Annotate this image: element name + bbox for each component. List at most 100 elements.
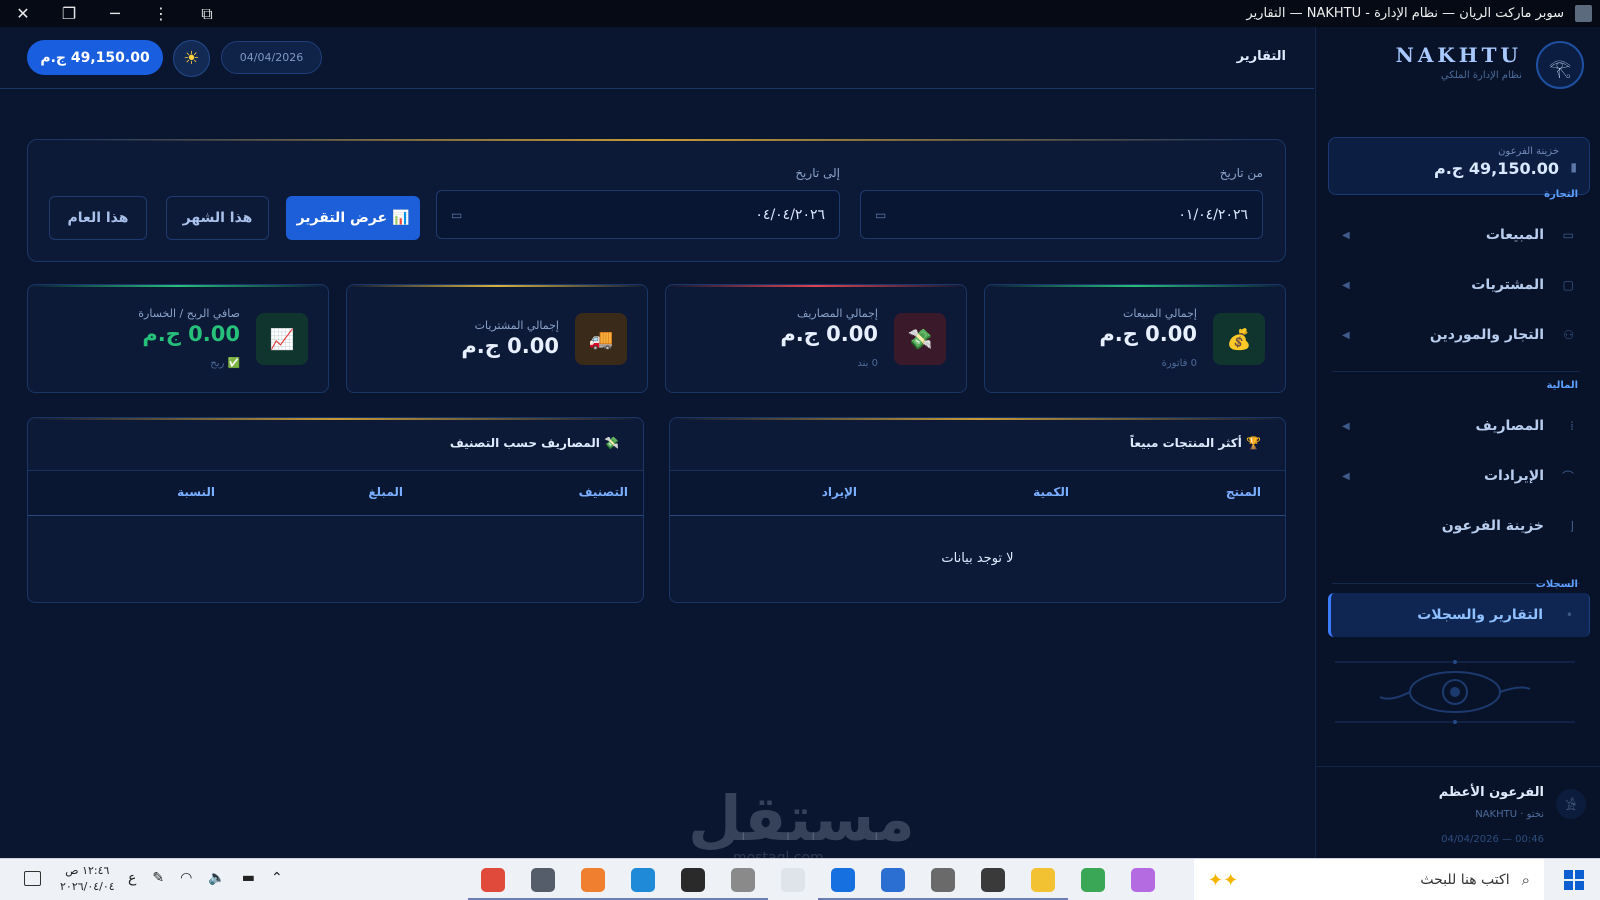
app-glyph — [531, 868, 555, 892]
app-glyph — [631, 868, 655, 892]
app-icon[interactable] — [918, 863, 968, 900]
sidebar-item-treasury[interactable]: ⌊ خزينة الفرعون — [1328, 504, 1590, 548]
sidebar-item-purchases[interactable]: ▢ المشتريات ◀ — [1328, 263, 1590, 307]
media-player-icon[interactable] — [818, 863, 868, 900]
stat-value: 0.00 ج.م — [461, 334, 559, 358]
notification-icon[interactable] — [24, 871, 41, 886]
volume-icon[interactable]: 🔈 — [208, 870, 225, 886]
user-datetime: 04/04/2026 — 00:46 — [1441, 834, 1544, 845]
divider — [58, 139, 1255, 141]
calendar-icon[interactable]: ▭ — [875, 208, 886, 222]
app-icon[interactable] — [668, 863, 718, 900]
language-indicator[interactable]: ع — [128, 870, 136, 886]
app-icon[interactable] — [968, 863, 1018, 900]
from-date-label: من تاريخ — [1219, 166, 1263, 180]
stat-label: صافي الربح / الخسارة — [138, 307, 240, 320]
pharaoh-logo-icon: 𓂀 — [1536, 41, 1584, 89]
truck-icon: 🚚 — [575, 313, 627, 365]
taskbar-clock[interactable]: ١٢:٤٦ ص ٢٠٢٦/٠٤/٠٤ — [60, 863, 115, 895]
taskbar: ⌕ اكتب هنا للبحث ✦✦ ع ✎ ◠ 🔈 ▬ ⌃ ١٢:٤٦ ص … — [0, 858, 1600, 900]
app-glyph — [1131, 868, 1155, 892]
clock-time: ١٢:٤٦ ص — [65, 864, 110, 877]
receipt-icon: ▭ — [1562, 228, 1574, 242]
report-filter: من تاريخ إلى تاريخ ▭ ٠١/٠٤/٢٠٢٦ ▭ ٠٤/٠٤/… — [27, 139, 1286, 262]
top-header: التقارير 49,150.00 ج.م ☀ 04/04/2026 — [0, 27, 1314, 89]
vault-icon: ▮ — [1570, 160, 1577, 174]
column-header[interactable]: التصنيف — [579, 485, 628, 499]
battery-icon[interactable]: ▬ — [242, 870, 255, 886]
report-icon: • — [1565, 608, 1573, 622]
extension-icon[interactable]: ⧉ — [184, 0, 230, 27]
expenses-by-category-panel: 💸 المصاريف حسب التصنيف التصنيف المبلغ ال… — [27, 417, 644, 603]
xampp-icon[interactable] — [568, 863, 618, 900]
stat-net-profit: 📈 صافي الربح / الخسارة 0.00 ج.م ✅ ربح — [27, 284, 329, 393]
browser-icon[interactable] — [868, 863, 918, 900]
calendar-icon[interactable]: ▭ — [451, 208, 462, 222]
caret-icon: ◀ — [1342, 470, 1350, 482]
stat-label: إجمالي المصاريف — [796, 307, 878, 320]
box-icon: ▢ — [1562, 278, 1574, 292]
money-out-icon: ⁞ — [1570, 419, 1574, 433]
window-title: سوبر ماركت الريان — نظام الإدارة - NAKHT… — [1246, 6, 1564, 21]
people-icon: ⚇ — [1563, 328, 1574, 342]
restore-window-button[interactable]: ❐ — [46, 0, 92, 27]
column-header[interactable]: الإيراد — [822, 485, 857, 499]
chevron-up-icon[interactable]: ⌃ — [271, 870, 283, 886]
sidebar-item-label: المشتريات — [1471, 277, 1544, 293]
watermark-logo: مستقل — [688, 782, 915, 855]
column-header[interactable]: النسبة — [177, 485, 215, 499]
column-header[interactable]: الكمية — [1033, 485, 1069, 499]
divider — [1332, 371, 1580, 372]
top-products-panel: 🏆 أكثر المنتجات مبيعاً المنتج الكمية الإ… — [669, 417, 1286, 603]
vault-icon: ⌊ — [1569, 519, 1574, 533]
sidebar-item-reports[interactable]: • التقارير والسجلات — [1328, 593, 1590, 637]
taskbar-search[interactable]: ⌕ اكتب هنا للبحث ✦✦ — [1194, 859, 1544, 900]
column-header[interactable]: المنتج — [1226, 485, 1261, 499]
vscode-icon[interactable] — [618, 863, 668, 900]
chrome-icon[interactable] — [468, 863, 518, 900]
money-bag-icon: 💰 — [1213, 313, 1265, 365]
window-menu-button[interactable]: ⋮ — [138, 0, 184, 27]
windows-start-icon[interactable] — [1564, 870, 1584, 890]
caret-icon: ◀ — [1342, 229, 1350, 241]
to-date-input[interactable]: ▭ ٠٤/٠٤/٢٠٢٦ — [436, 190, 840, 239]
wifi-icon[interactable]: ◠ — [180, 870, 192, 886]
copilot-icon[interactable] — [1118, 863, 1168, 897]
settings-icon[interactable] — [518, 863, 568, 900]
minimize-window-button[interactable]: ─ — [92, 0, 138, 27]
show-report-button[interactable]: 📊 عرض التقرير — [286, 196, 420, 240]
sidebar-item-expenses[interactable]: ⁞ المصاريف ◀ — [1328, 404, 1590, 448]
user-panel[interactable]: 𓀀 الفرعون الأعظم نختو · NAKHTU 04/04/202… — [1315, 766, 1600, 858]
balance-badge: 49,150.00 ج.م — [27, 40, 163, 75]
this-year-button[interactable]: هذا العام — [49, 196, 147, 240]
stat-total-expenses: 💸 إجمالي المصاريف 0.00 ج.م 0 بند — [665, 284, 967, 393]
treasury-card[interactable]: ▮ خزينة الفرعون 49,150.00 ج.م — [1328, 137, 1590, 195]
theme-toggle-sun-icon[interactable]: ☀ — [173, 40, 210, 77]
divider — [28, 418, 643, 420]
clock-date: ٢٠٢٦/٠٤/٠٤ — [60, 880, 115, 893]
sidebar-item-revenues[interactable]: ⌒ الإيرادات ◀ — [1328, 454, 1590, 498]
divider — [670, 418, 1285, 420]
system-tray: ع ✎ ◠ 🔈 ▬ ⌃ — [128, 870, 283, 886]
column-header[interactable]: المبلغ — [368, 485, 403, 499]
app-glyph — [481, 868, 505, 892]
chrome-icon[interactable] — [1068, 863, 1118, 897]
treasury-value: 49,150.00 ج.م — [1434, 159, 1559, 178]
accent-bar — [666, 285, 966, 287]
file-explorer-icon[interactable] — [1018, 863, 1068, 900]
caret-icon: ◀ — [1342, 279, 1350, 291]
stat-value: 0.00 ج.م — [1099, 322, 1197, 346]
app-glyph — [581, 868, 605, 892]
sidebar-item-label: الإيرادات — [1483, 468, 1544, 484]
sidebar-item-sales[interactable]: ▭ المبيعات ◀ — [1328, 213, 1590, 257]
pen-icon[interactable]: ✎ — [152, 870, 164, 886]
app-icon[interactable] — [718, 863, 768, 900]
from-date-input[interactable]: ▭ ٠١/٠٤/٢٠٢٦ — [860, 190, 1263, 239]
close-window-button[interactable]: ✕ — [0, 0, 46, 27]
sidebar-item-merchants[interactable]: ⚇ التجار والموردين ◀ — [1328, 313, 1590, 357]
app-glyph — [1031, 868, 1055, 892]
this-month-button[interactable]: هذا الشهر — [166, 196, 269, 240]
app-glyph — [881, 868, 905, 892]
terminal-icon[interactable] — [768, 863, 818, 897]
brand-name: NAKHTU — [1395, 43, 1522, 67]
